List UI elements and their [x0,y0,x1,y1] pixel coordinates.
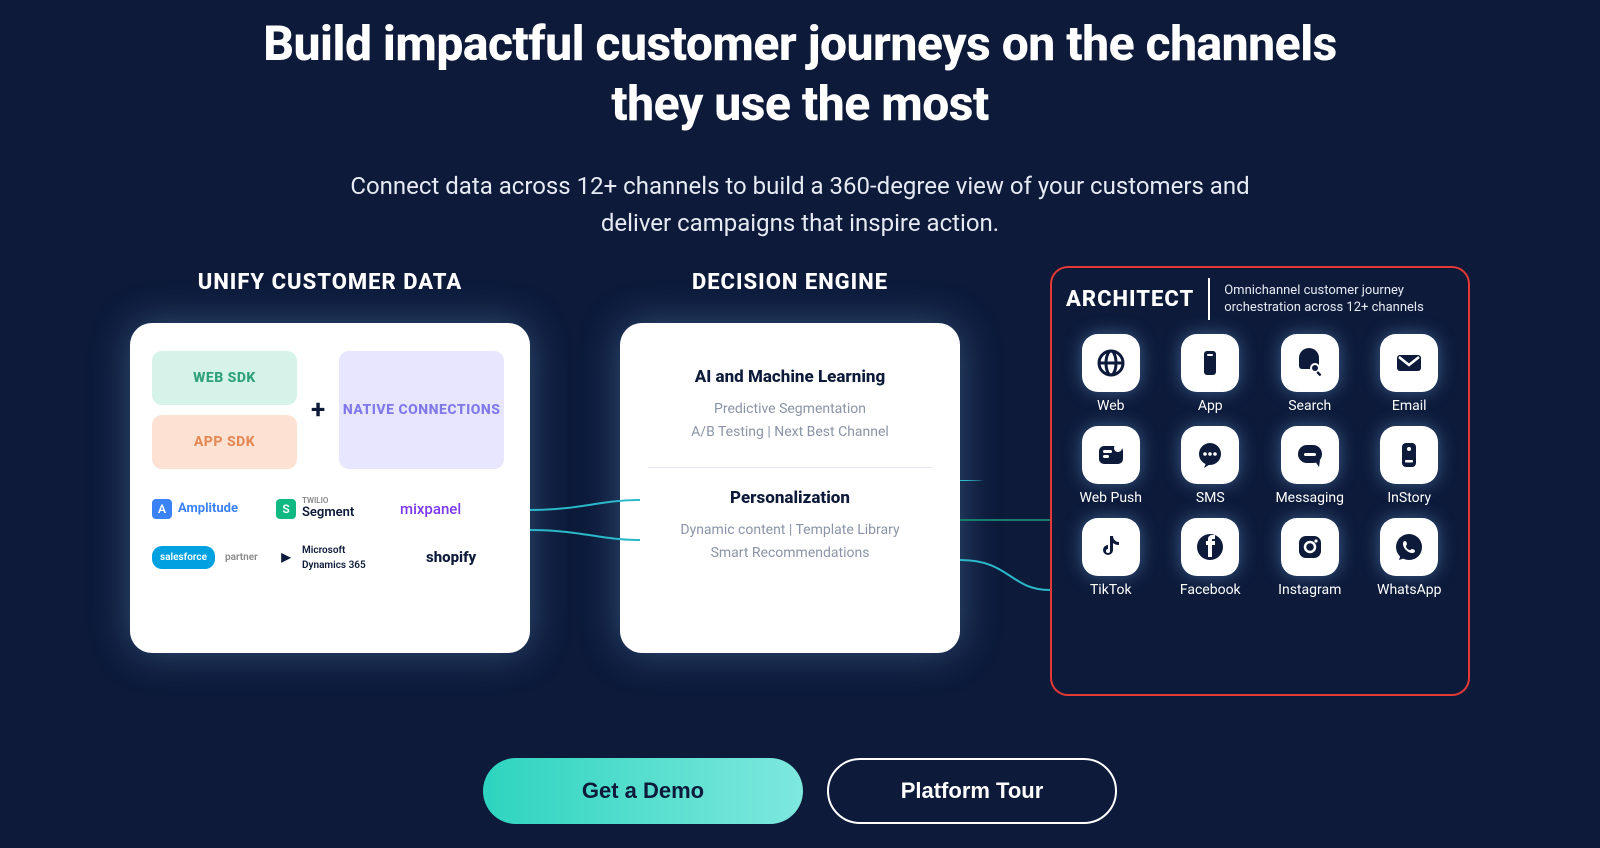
channel-facebook: Facebook [1166,512,1256,598]
headline: Build impactful customer journeys on the… [250,0,1350,134]
decision-column: DECISION ENGINE AI and Machine Learning … [620,270,960,696]
vertical-divider [1208,278,1210,320]
ig-icon [1281,518,1339,576]
decision-title: DECISION ENGINE [620,270,960,295]
decision-s1b: A/B Testing | Next Best Channel [648,422,932,443]
channel-label: Messaging [1265,490,1355,506]
shopify-logo: 🛍shopify [400,542,508,572]
subhead: Connect data across 12+ channels to buil… [350,168,1250,242]
channel-label: Facebook [1166,582,1256,598]
platform-tour-button[interactable]: Platform Tour [827,758,1117,824]
channel-messaging: Messaging [1265,420,1355,506]
search-icon [1281,334,1339,392]
unify-card: WEB SDK APP SDK + NATIVE CONNECTIONS AAm… [130,323,530,653]
channel-app: App [1166,328,1256,414]
decision-s2a: Dynamic content | Template Library [648,520,932,541]
salesforce-logo: salesforcepartner [152,542,260,572]
fb-icon [1181,518,1239,576]
channel-label: SMS [1166,490,1256,506]
tiktok-icon [1082,518,1140,576]
channel-web-push: Web Push [1066,420,1156,506]
architect-title: ARCHITECT [1066,287,1194,312]
channel-whatsapp: WhatsApp [1365,512,1455,598]
mail-icon [1380,334,1438,392]
channel-label: Web [1066,398,1156,414]
architect-column: ARCHITECT Omnichannel customer journey o… [1050,270,1470,696]
amplitude-logo: AAmplitude [152,497,260,520]
channel-instory: InStory [1365,420,1455,506]
decision-card: AI and Machine Learning Predictive Segme… [620,323,960,653]
decision-h1: AI and Machine Learning [648,367,932,387]
wa-icon [1380,518,1438,576]
native-connections: NATIVE CONNECTIONS [339,351,504,469]
microsoft-dynamics-logo: ▶MicrosoftDynamics 365 [276,542,384,572]
globe-icon [1082,334,1140,392]
app-sdk-pill: APP SDK [152,415,297,469]
decision-s1a: Predictive Segmentation [648,399,932,420]
unify-column: UNIFY CUSTOMER DATA WEB SDK APP SDK + NA… [130,270,530,696]
channel-label: WhatsApp [1365,582,1455,598]
channel-label: InStory [1365,490,1455,506]
story-icon [1380,426,1438,484]
plus-icon: + [311,395,325,425]
channel-label: Search [1265,398,1355,414]
unify-title: UNIFY CUSTOMER DATA [130,270,530,295]
channel-label: Email [1365,398,1455,414]
channel-label: App [1166,398,1256,414]
channel-label: Web Push [1066,490,1156,506]
segment-logo: STWILIOSegment [276,497,384,520]
architect-panel: ARCHITECT Omnichannel customer journey o… [1050,266,1470,696]
phone-icon [1181,334,1239,392]
push-icon [1082,426,1140,484]
get-demo-button[interactable]: Get a Demo [483,758,803,824]
channel-label: Instagram [1265,582,1355,598]
channel-email: Email [1365,328,1455,414]
channel-sms: SMS [1166,420,1256,506]
channel-instagram: Instagram [1265,512,1355,598]
channel-search: Search [1265,328,1355,414]
msg-icon [1281,426,1339,484]
channel-web: Web [1066,328,1156,414]
channel-tiktok: TikTok [1066,512,1156,598]
channel-label: TikTok [1066,582,1156,598]
cta-row: Get a Demo Platform Tour [0,758,1600,824]
architect-desc: Omnichannel customer journey orchestrati… [1224,282,1424,317]
web-sdk-pill: WEB SDK [152,351,297,405]
mixpanel-logo: mixpanel [400,497,508,520]
decision-s2b: Smart Recommendations [648,543,932,564]
decision-h2: Personalization [648,488,932,508]
sms-icon [1181,426,1239,484]
divider [648,467,932,468]
